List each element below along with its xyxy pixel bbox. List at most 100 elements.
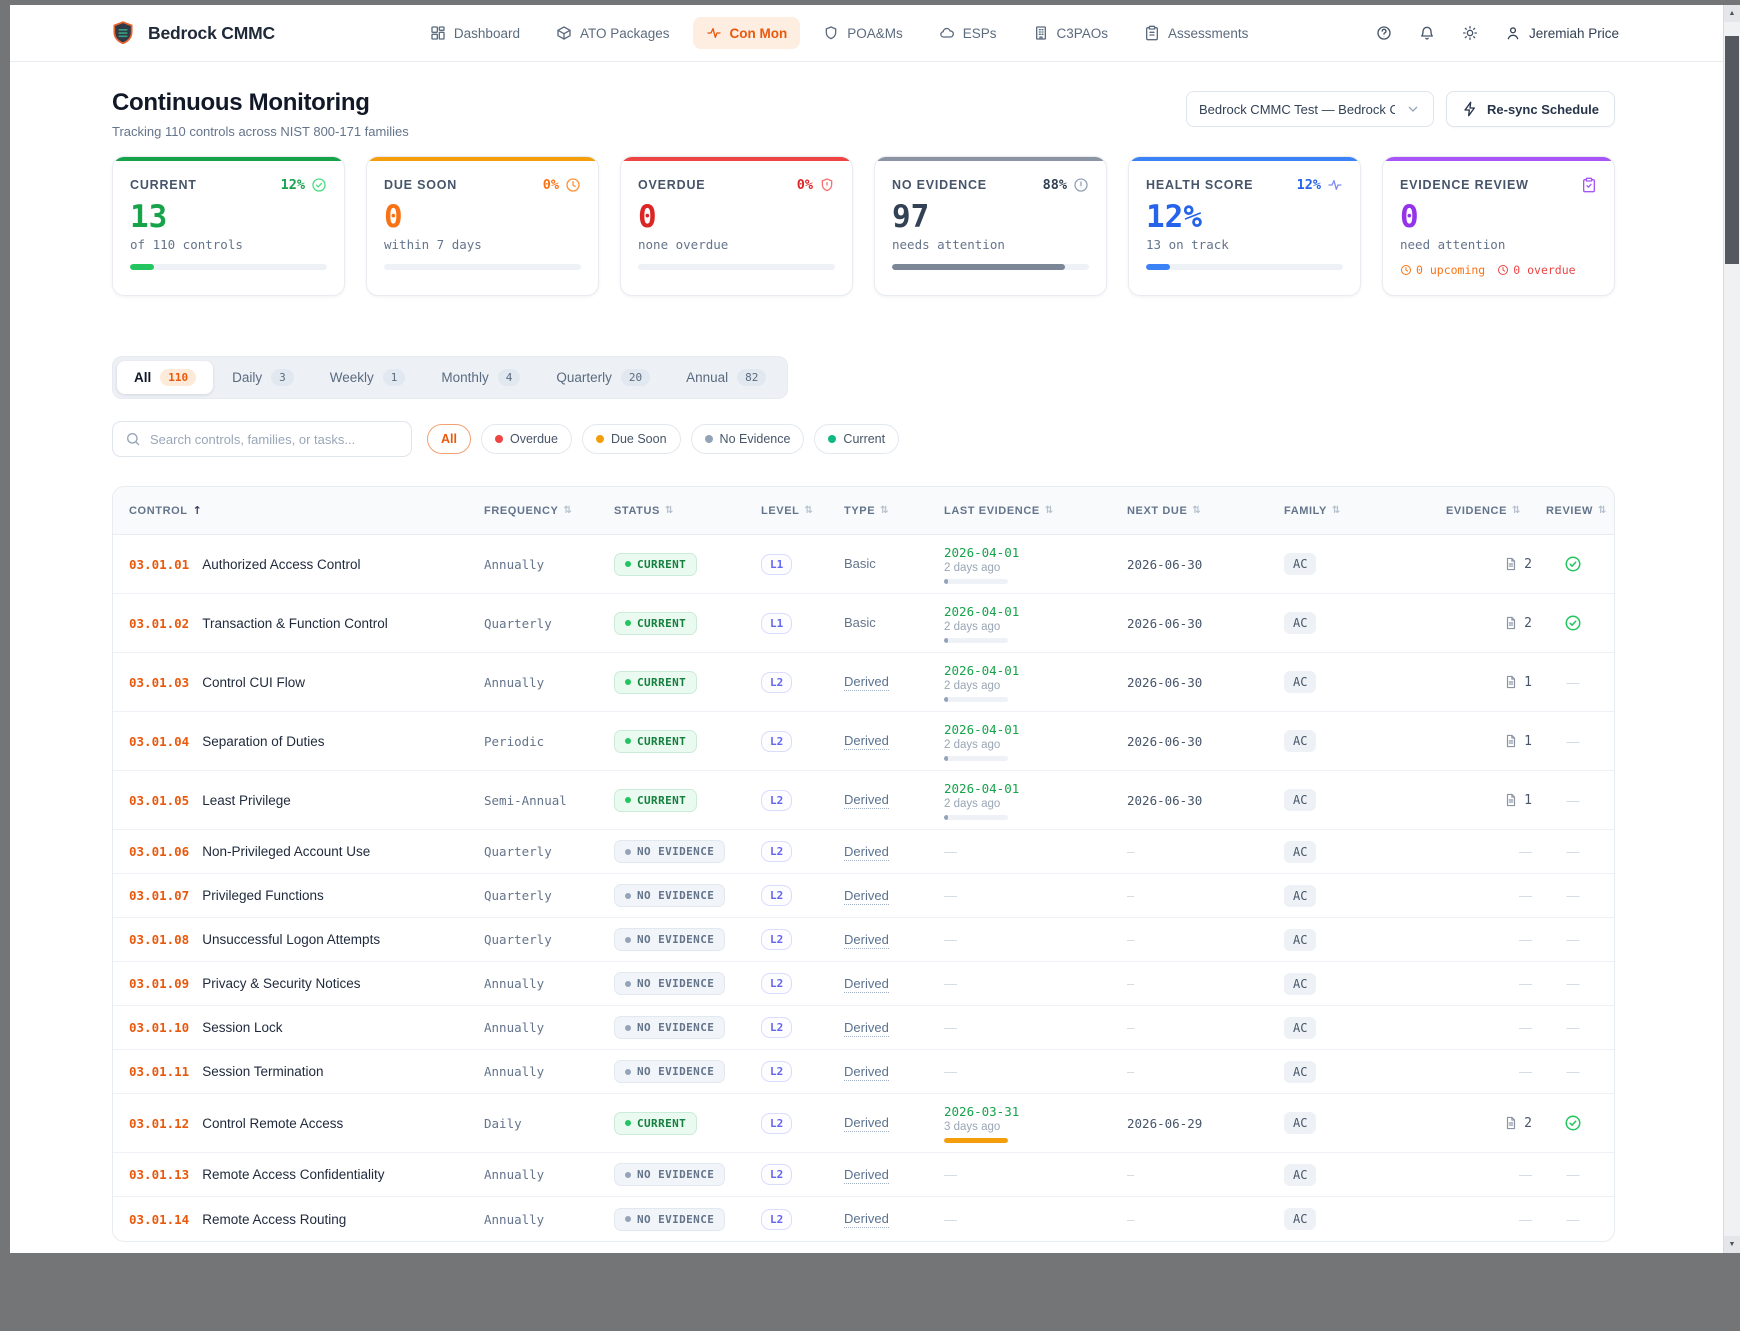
nav-item-poa-ms[interactable]: POA&Ms — [810, 17, 916, 49]
table-row[interactable]: 03.01.11Session TerminationAnnuallyNO EV… — [113, 1050, 1614, 1094]
control-id-link[interactable]: 03.01.05 — [129, 793, 189, 808]
evidence-cell[interactable]: 1 — [1504, 793, 1546, 808]
control-id-link[interactable]: 03.01.09 — [129, 976, 189, 991]
filter-chip-due-soon[interactable]: Due Soon — [582, 424, 681, 454]
nav-item-ato-packages[interactable]: ATO Packages — [543, 17, 683, 49]
control-id-link[interactable]: 03.01.12 — [129, 1116, 189, 1131]
control-id-link[interactable]: 03.01.08 — [129, 932, 189, 947]
nav-item-esps[interactable]: ESPs — [926, 17, 1010, 49]
table-row[interactable]: 03.01.05Least PrivilegeSemi-AnnualCURREN… — [113, 771, 1614, 830]
table-row[interactable]: 03.01.14Remote Access RoutingAnnuallyNO … — [113, 1197, 1614, 1241]
tab-monthly[interactable]: Monthly4 — [424, 361, 537, 394]
last-evidence-relative: 2 days ago — [944, 680, 1127, 692]
scroll-up-button[interactable]: ▲ — [1724, 5, 1740, 22]
column-header-next-due[interactable]: NEXT DUE⇅ — [1127, 505, 1284, 517]
nav-item-dashboard[interactable]: Dashboard — [417, 17, 533, 49]
table-row[interactable]: 03.01.03Control CUI FlowAnnuallyCURRENTL… — [113, 653, 1614, 712]
control-id-link[interactable]: 03.01.07 — [129, 888, 189, 903]
column-header-control[interactable]: CONTROL↑ — [129, 504, 484, 517]
nav-item-assessments[interactable]: Assessments — [1131, 17, 1261, 49]
evidence-cell[interactable]: 1 — [1504, 734, 1546, 749]
column-header-family[interactable]: FAMILY⇅ — [1284, 505, 1446, 517]
type-label[interactable]: Derived — [844, 733, 889, 750]
package-selector[interactable]: Bedrock CMMC Test — Bedrock CMMC — [1186, 91, 1434, 127]
column-header-evidence[interactable]: EVIDENCE⇅ — [1446, 505, 1546, 517]
type-label[interactable]: Derived — [844, 888, 889, 905]
evidence-cell[interactable]: 1 — [1504, 675, 1546, 690]
table-row[interactable]: 03.01.13Remote Access ConfidentialityAnn… — [113, 1153, 1614, 1197]
nav-item-c3paos[interactable]: C3PAOs — [1020, 17, 1122, 49]
notifications-button[interactable] — [1419, 25, 1435, 41]
status-cell: NO EVIDENCE — [614, 840, 761, 863]
type-label[interactable]: Derived — [844, 1115, 889, 1132]
resync-schedule-button[interactable]: Re-sync Schedule — [1446, 91, 1615, 127]
brand[interactable]: Bedrock CMMC — [110, 20, 275, 46]
control-id-link[interactable]: 03.01.13 — [129, 1167, 189, 1182]
user-menu[interactable]: Jeremiah Price — [1505, 25, 1619, 41]
evidence-cell[interactable]: 2 — [1504, 616, 1546, 631]
table-row[interactable]: 03.01.01Authorized Access ControlAnnuall… — [113, 535, 1614, 594]
type-label[interactable]: Derived — [844, 932, 889, 949]
tab-annual[interactable]: Annual82 — [669, 361, 783, 394]
type-label[interactable]: Derived — [844, 844, 889, 861]
control-id-link[interactable]: 03.01.11 — [129, 1064, 189, 1079]
table-row[interactable]: 03.01.08Unsuccessful Logon AttemptsQuart… — [113, 918, 1614, 962]
page-scrollbar[interactable]: ▲ ▼ — [1723, 5, 1740, 1253]
tab-count-badge: 4 — [498, 369, 521, 386]
type-label[interactable]: Derived — [844, 674, 889, 691]
help-button[interactable] — [1376, 25, 1392, 41]
review-cell[interactable] — [1564, 614, 1582, 632]
review-cell[interactable] — [1564, 555, 1582, 573]
scrollbar-thumb[interactable] — [1725, 36, 1739, 264]
control-id-link[interactable]: 03.01.01 — [129, 557, 189, 572]
type-label[interactable]: Derived — [844, 1211, 889, 1228]
stat-card-no-evidence: NO EVIDENCE88%97needs attention — [874, 156, 1107, 296]
control-id-link[interactable]: 03.01.02 — [129, 616, 189, 631]
type-label[interactable]: Derived — [844, 792, 889, 809]
table-row[interactable]: 03.01.12Control Remote AccessDailyCURREN… — [113, 1094, 1614, 1153]
table-row[interactable]: 03.01.06Non-Privileged Account UseQuarte… — [113, 830, 1614, 874]
control-id-link[interactable]: 03.01.04 — [129, 734, 189, 749]
status-badge: CURRENT — [614, 730, 697, 753]
column-header-type[interactable]: TYPE⇅ — [844, 505, 944, 517]
type-label[interactable]: Derived — [844, 1020, 889, 1037]
filter-chip-all[interactable]: All — [427, 424, 471, 454]
filter-row: All Overdue Due Soon No Evidence Current — [112, 421, 1615, 457]
type-label[interactable]: Derived — [844, 1167, 889, 1184]
column-header-status[interactable]: STATUS⇅ — [614, 505, 761, 517]
freshness-bar-fill — [944, 756, 948, 761]
column-header-last-evidence[interactable]: LAST EVIDENCE⇅ — [944, 505, 1127, 517]
table-row[interactable]: 03.01.07Privileged FunctionsQuarterlyNO … — [113, 874, 1614, 918]
evidence-cell[interactable]: 2 — [1504, 557, 1546, 572]
scroll-down-button[interactable]: ▼ — [1724, 1236, 1740, 1253]
control-id-link[interactable]: 03.01.03 — [129, 675, 189, 690]
table-row[interactable]: 03.01.02Transaction & Function ControlQu… — [113, 594, 1614, 653]
evidence-cell[interactable]: 2 — [1504, 1116, 1546, 1131]
tab-daily[interactable]: Daily3 — [215, 361, 311, 394]
filter-chip-no-evidence[interactable]: No Evidence — [691, 424, 805, 454]
search-box[interactable] — [112, 421, 412, 457]
review-cell[interactable] — [1564, 1114, 1582, 1132]
column-header-level[interactable]: LEVEL⇅ — [761, 505, 844, 517]
level-cell: L2 — [761, 885, 844, 906]
theme-toggle-button[interactable] — [1462, 25, 1478, 41]
type-label[interactable]: Derived — [844, 1064, 889, 1081]
control-id-link[interactable]: 03.01.06 — [129, 844, 189, 859]
filter-chip-overdue[interactable]: Overdue — [481, 424, 572, 454]
nav-item-con-mon[interactable]: Con Mon — [693, 17, 801, 49]
column-header-frequency[interactable]: FREQUENCY⇅ — [484, 505, 614, 517]
table-row[interactable]: 03.01.10Session LockAnnuallyNO EVIDENCEL… — [113, 1006, 1614, 1050]
next-due-cell: – — [1127, 976, 1284, 991]
table-row[interactable]: 03.01.09Privacy & Security NoticesAnnual… — [113, 962, 1614, 1006]
type-label[interactable]: Derived — [844, 976, 889, 993]
control-id-link[interactable]: 03.01.14 — [129, 1212, 189, 1227]
tab-all[interactable]: All110 — [117, 361, 213, 394]
search-input[interactable] — [150, 432, 399, 447]
tab-weekly[interactable]: Weekly1 — [313, 361, 423, 394]
column-header-review[interactable]: REVIEW⇅ — [1546, 505, 1600, 517]
control-id-link[interactable]: 03.01.10 — [129, 1020, 189, 1035]
table-row[interactable]: 03.01.04Separation of DutiesPeriodicCURR… — [113, 712, 1614, 771]
tab-quarterly[interactable]: Quarterly20 — [539, 361, 667, 394]
scrollbar-track[interactable] — [1724, 22, 1740, 1236]
filter-chip-current[interactable]: Current — [814, 424, 899, 454]
